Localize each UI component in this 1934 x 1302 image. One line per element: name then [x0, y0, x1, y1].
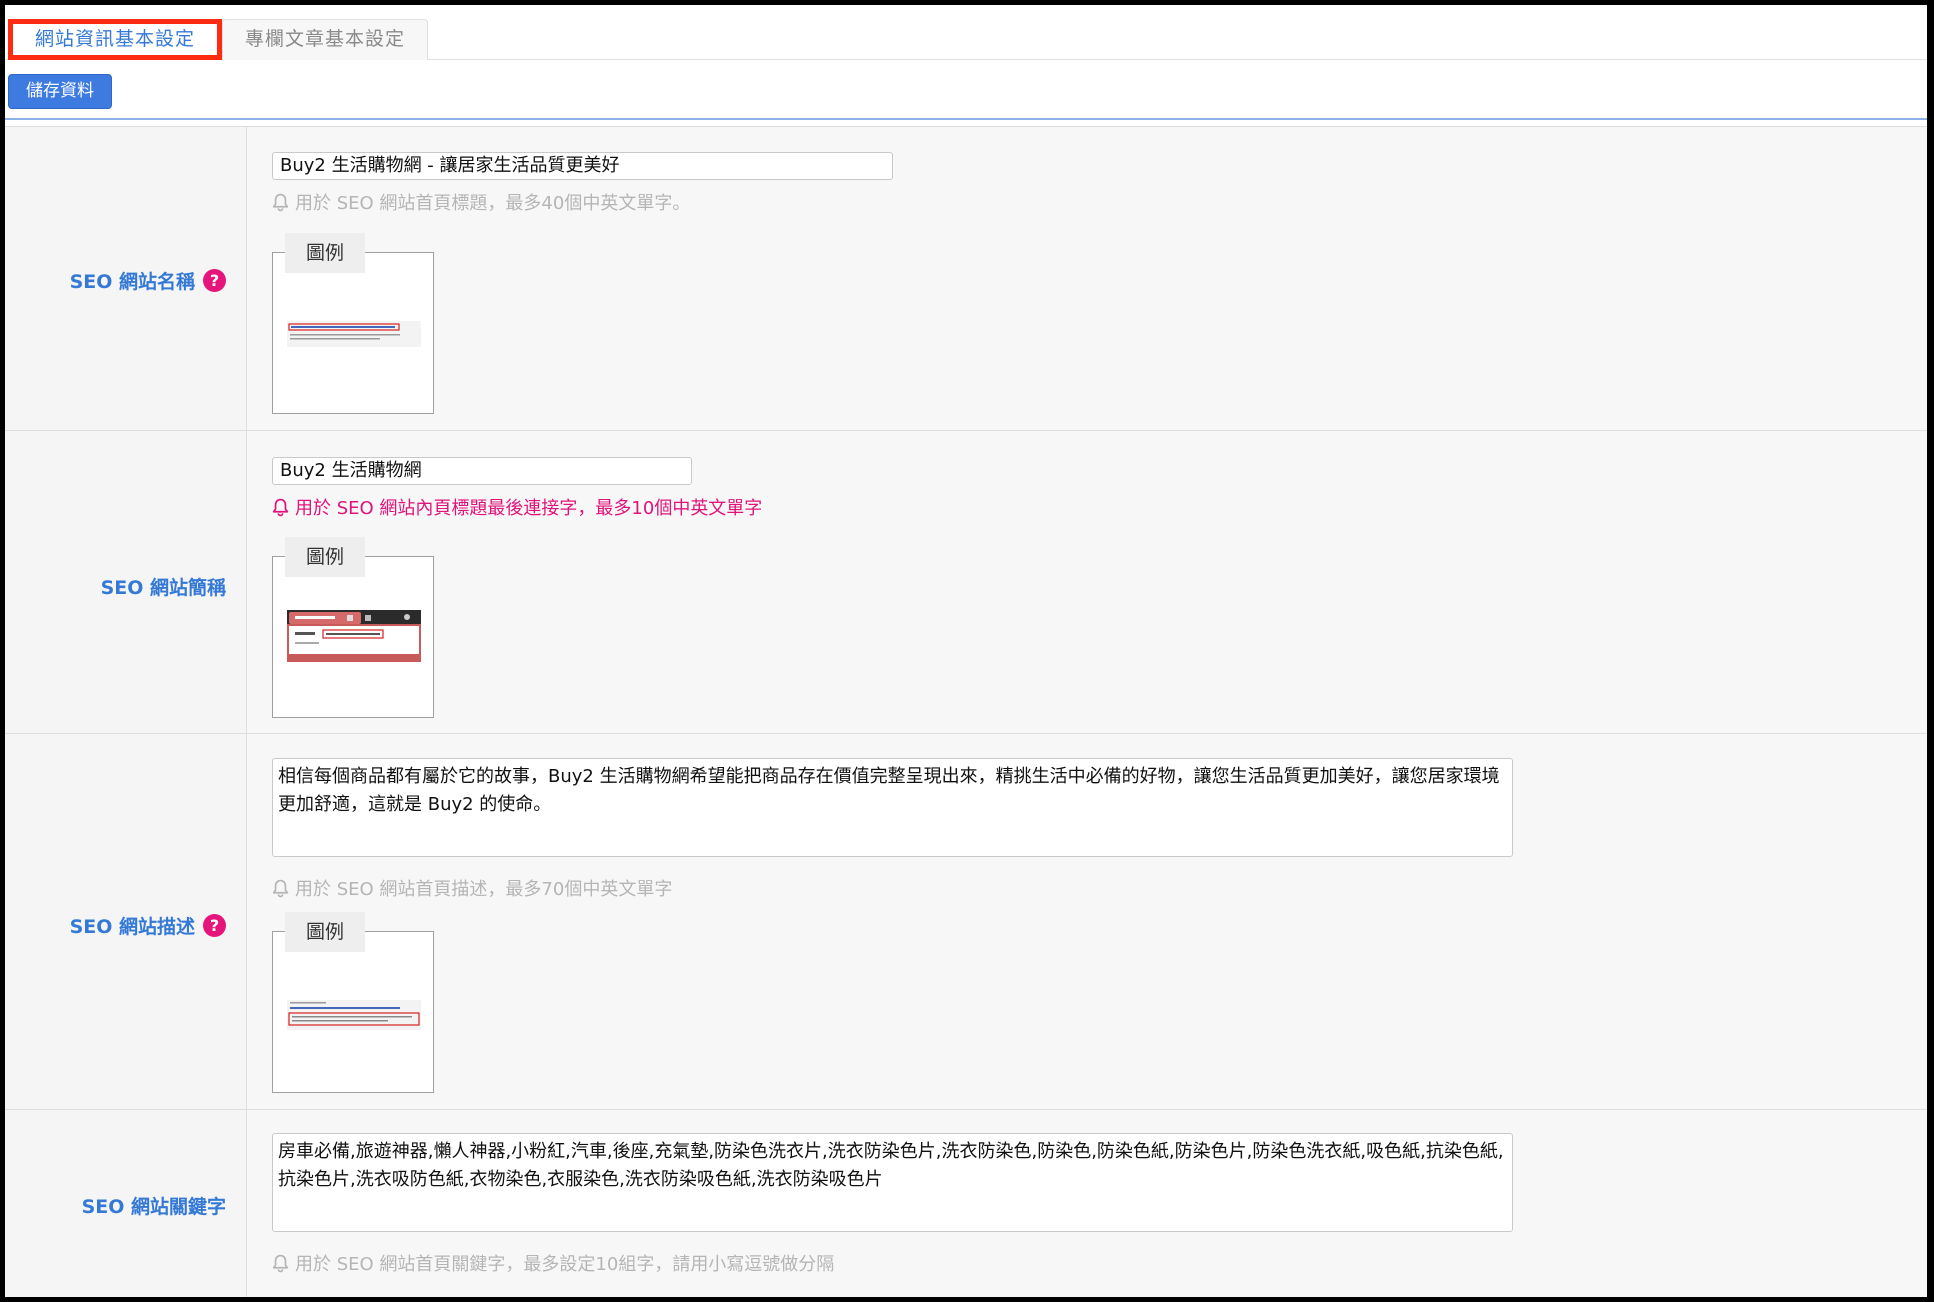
legend-title: 圖例: [285, 912, 365, 952]
legend-example-site-name: 圖例: [272, 233, 434, 414]
browser-tab-preview: [287, 610, 421, 662]
form-row-site-short-name: SEO 網站簡稱 Buy2 生活購物網 用於 SEO 網站內頁標題最後連接字，最…: [5, 430, 1927, 733]
site-description-hint: 用於 SEO 網站首頁描述，最多70個中英文單字: [272, 875, 672, 901]
site-short-name-input[interactable]: Buy2 生活購物網: [272, 457, 692, 485]
bell-icon: [272, 498, 289, 516]
question-circle-icon[interactable]: ?: [203, 914, 226, 937]
legend-title: 圖例: [285, 233, 365, 273]
tab-bar: 網站資訊基本設定 專欄文章基本設定: [5, 5, 1927, 60]
site-short-name-hint: 用於 SEO 網站內頁標題最後連接字，最多10個中英文單字: [272, 494, 762, 520]
site-name-input[interactable]: Buy2 生活購物網 - 讓居家生活品質更美好: [272, 152, 893, 180]
field-label-site-description: SEO 網站描述 ?: [70, 912, 226, 939]
form-row-site-keywords: SEO 網站關鍵字 房車必備,旅遊神器,懶人神器,小粉紅,汽車,後座,充氣墊,防…: [5, 1109, 1927, 1297]
site-keywords-textarea[interactable]: 房車必備,旅遊神器,懶人神器,小粉紅,汽車,後座,充氣墊,防染色洗衣片,洗衣防染…: [272, 1133, 1513, 1232]
field-label-site-short-name: SEO 網站簡稱: [100, 577, 226, 599]
site-description-textarea[interactable]: 相信每個商品都有屬於它的故事，Buy2 生活購物網希望能把商品存在價值完整呈現出…: [272, 758, 1513, 857]
tab-column-article-settings[interactable]: 專欄文章基本設定: [222, 19, 428, 60]
save-button[interactable]: 儲存資料: [8, 74, 112, 109]
field-label-site-keywords: SEO 網站關鍵字: [81, 1196, 226, 1218]
toolbar-divider: [5, 118, 1927, 120]
bell-icon: [272, 193, 289, 211]
legend-example-site-short-name: 圖例: [272, 537, 434, 718]
bell-icon: [272, 1254, 289, 1272]
search-result-title-preview: [287, 321, 421, 347]
form-row-site-name: SEO 網站名稱 ? Buy2 生活購物網 - 讓居家生活品質更美好 用於 SE…: [5, 126, 1927, 430]
settings-page: 網站資訊基本設定 專欄文章基本設定 儲存資料 SEO 網站名稱 ? Buy2 生…: [5, 5, 1927, 1297]
legend-title: 圖例: [285, 537, 365, 577]
site-keywords-hint: 用於 SEO 網站首頁關鍵字，最多設定10組字，請用小寫逗號做分隔: [272, 1250, 834, 1276]
bell-icon: [272, 879, 289, 897]
tab-site-info-settings[interactable]: 網站資訊基本設定: [8, 19, 222, 60]
form-row-site-description: SEO 網站描述 ? 相信每個商品都有屬於它的故事，Buy2 生活購物網希望能把…: [5, 733, 1927, 1109]
legend-example-site-description: 圖例: [272, 912, 434, 1093]
site-name-hint: 用於 SEO 網站首頁標題，最多40個中英文單字。: [272, 189, 690, 215]
search-result-description-preview: [287, 1000, 421, 1030]
field-label-site-name: SEO 網站名稱 ?: [70, 267, 226, 294]
question-circle-icon[interactable]: ?: [203, 269, 226, 292]
